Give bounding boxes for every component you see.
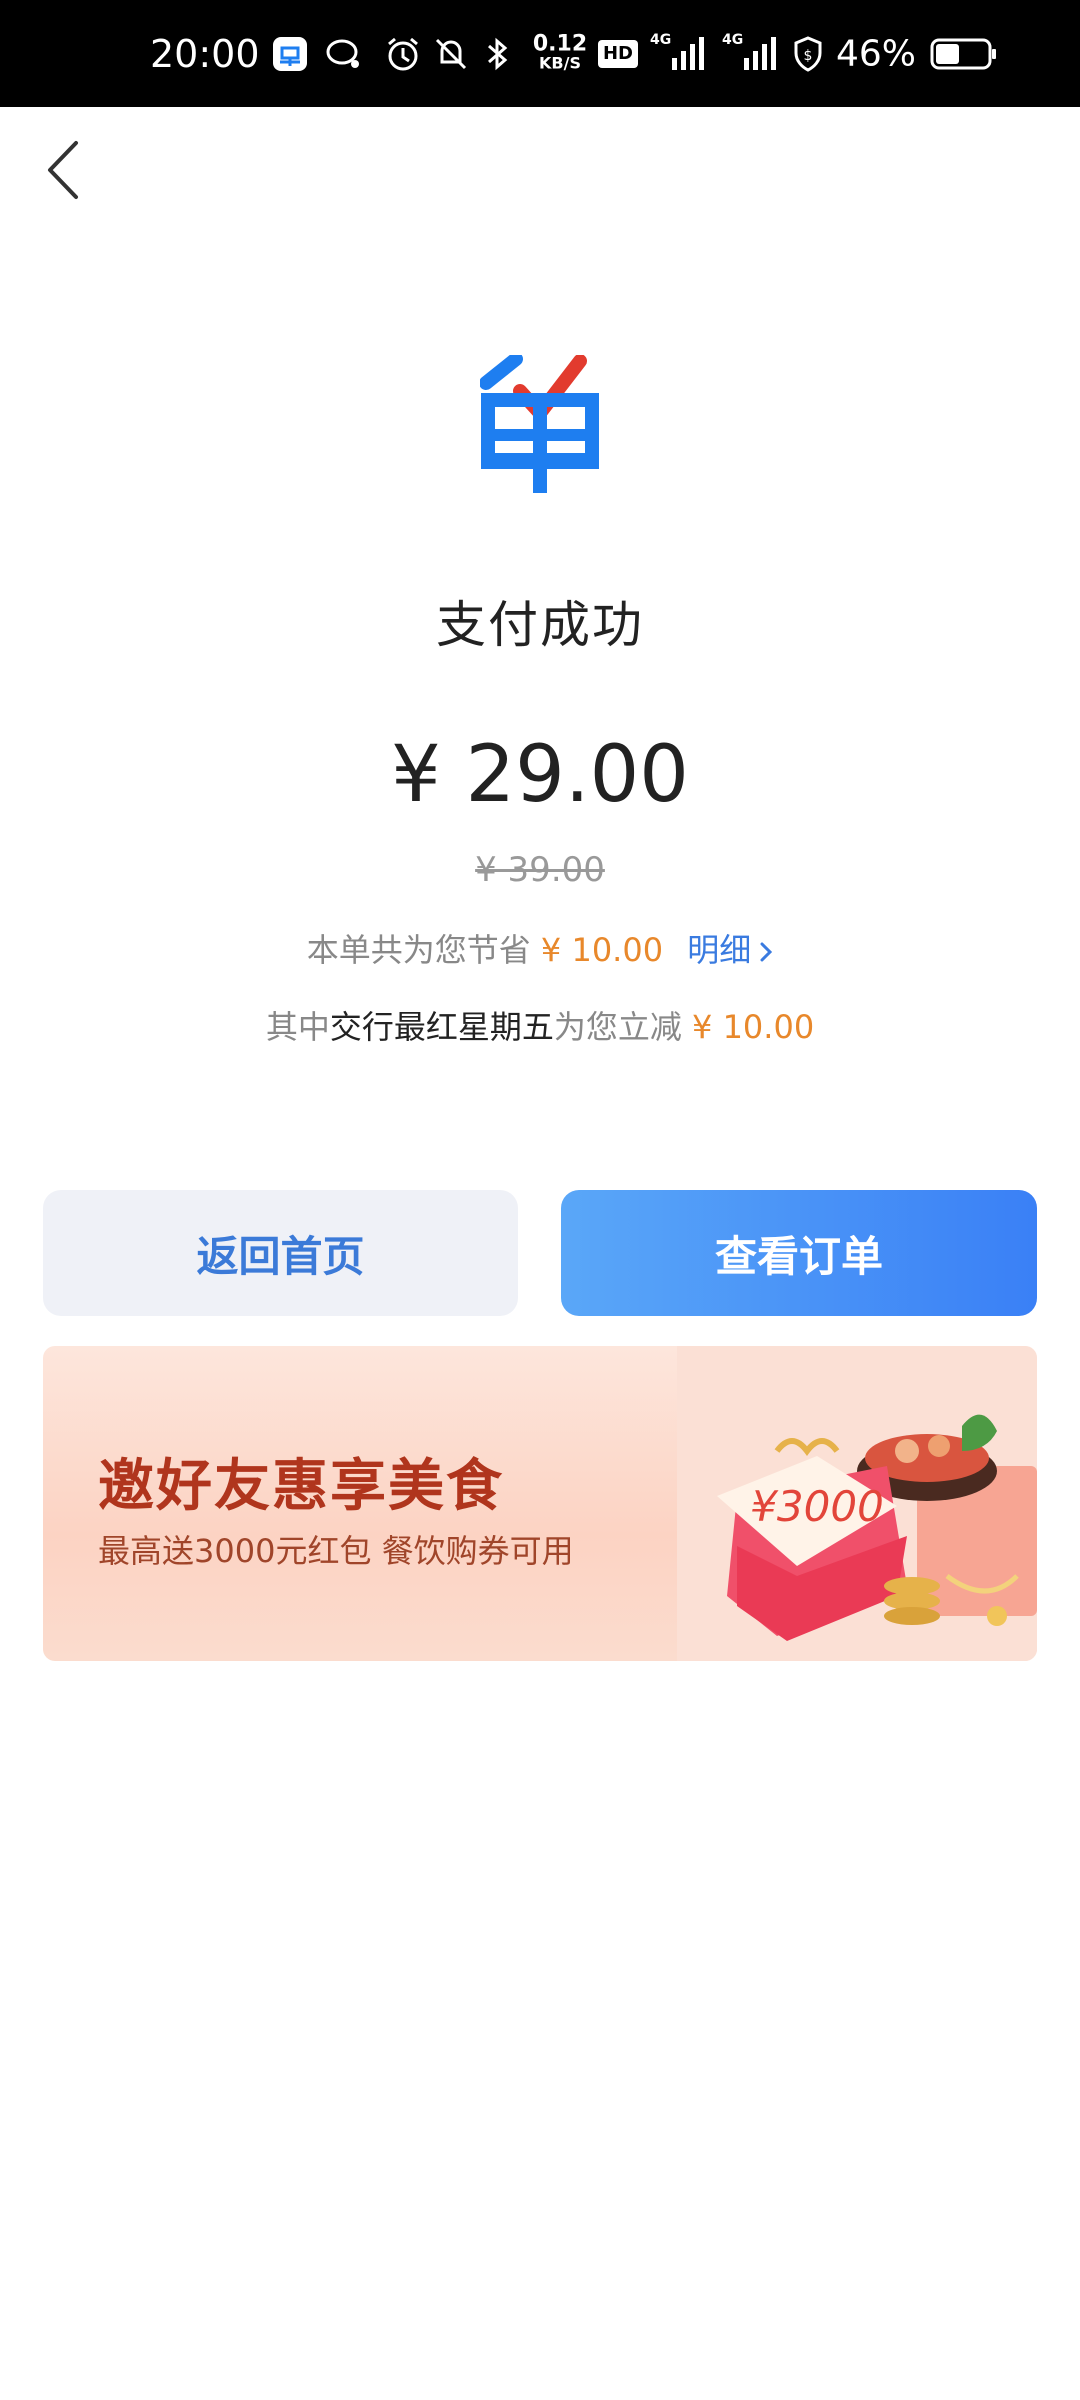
chevron-right-icon — [759, 933, 773, 971]
battery-icon — [930, 37, 998, 71]
status-bar: 20:00 0.12 KB/S HD 4G 4G $ 46% — [0, 0, 1080, 107]
security-shield-icon: $ — [792, 35, 824, 72]
promo-prefix: 其中 — [265, 1008, 330, 1046]
pay-app-icon — [272, 36, 308, 72]
net-speed: 0.12 KB/S — [532, 31, 588, 72]
chat-icon — [325, 37, 363, 71]
promo-line: 其中交行最红星期五为您立减 ¥ 10.00 — [0, 1002, 1080, 1048]
detail-label: 明细 — [687, 931, 752, 969]
hd-icon: HD — [598, 39, 638, 68]
paid-price: ¥ 29.00 — [391, 730, 689, 820]
banner-title: 邀好友惠享美食 — [98, 1454, 504, 1519]
signal-icon: 4G — [722, 32, 782, 74]
signal-icon: 4G — [650, 32, 710, 74]
savings-amount: ¥ 10.00 — [540, 931, 664, 969]
savings-prefix: 本单共为您节省 — [306, 931, 531, 969]
view-order-button[interactable]: 查看订单 — [561, 1190, 1037, 1316]
invite-friends-banner[interactable]: 邀好友惠享美食 最高送3000元红包 餐饮购券可用 ¥3000 — [43, 1346, 1037, 1661]
return-home-button[interactable]: 返回首页 — [43, 1190, 518, 1316]
mute-icon — [433, 36, 469, 72]
battery-percent: 46% — [836, 33, 917, 74]
envelope-amount: ¥3000 — [750, 1482, 884, 1531]
promo-amount: ¥ 10.00 — [692, 1008, 815, 1046]
back-button[interactable] — [40, 135, 90, 205]
savings-line: 本单共为您节省 ¥ 10.00 明细 — [0, 925, 1080, 971]
savings-detail-link[interactable]: 明细 — [687, 931, 773, 969]
original-price: ¥ 39.00 — [475, 850, 605, 890]
app-logo — [479, 352, 600, 495]
alarm-icon — [385, 36, 421, 72]
payment-success-title: 支付成功 — [436, 596, 644, 654]
banner-subtitle: 最高送3000元红包 餐饮购券可用 — [98, 1532, 574, 1570]
promo-middle: 为您立减 — [553, 1008, 682, 1046]
svg-text:$: $ — [804, 48, 813, 64]
red-envelope-illustration: ¥3000 — [677, 1346, 1037, 1661]
status-time: 20:00 — [150, 31, 260, 76]
chevron-left-icon — [40, 141, 90, 209]
bluetooth-icon — [483, 36, 513, 72]
promo-bank-name: 交行最红星期五 — [329, 1008, 554, 1046]
